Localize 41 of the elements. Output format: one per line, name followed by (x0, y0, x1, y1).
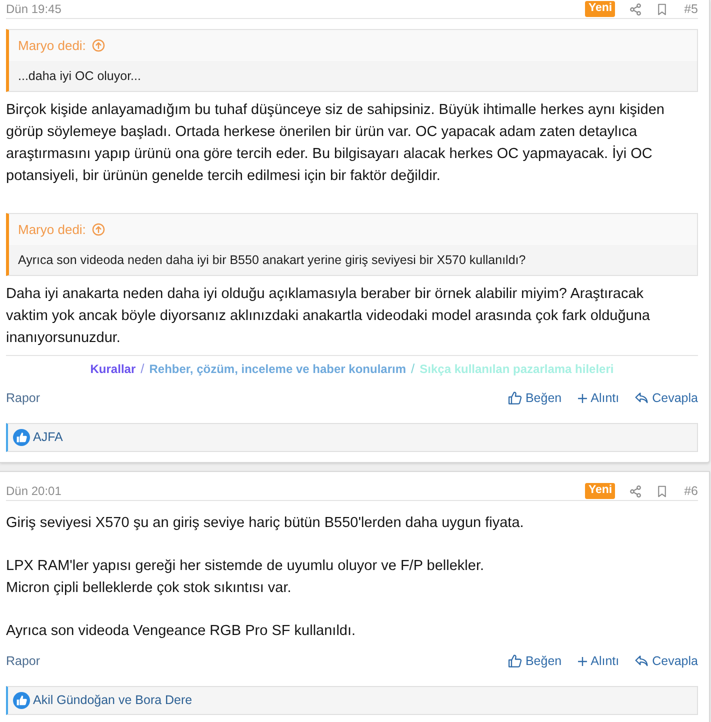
thumbs-up-icon (13, 692, 30, 709)
post-text: LPX RAM'ler yapısı gereği her sistemde de uyumlu oluyor ve F/P bellekler. (6, 557, 485, 576)
post-number-link[interactable]: #6 (684, 482, 698, 500)
reply-button[interactable]: Cevapla (634, 652, 698, 670)
reaction-users-link[interactable]: AJFA (33, 428, 63, 447)
quote-text: ...daha iyi OC oluyor... (9, 61, 697, 91)
plus-icon (576, 656, 588, 666)
like-button[interactable]: Beğen (508, 652, 562, 670)
new-badge: Yeni (585, 483, 616, 499)
reply-arrow-icon (634, 654, 650, 668)
post-text: Birçok kişide anlayamadığım bu tuhaf düşünceye siz de sahipsiniz. Büyük ihtimalle herkes aynı kişiden görüp söylemeye başladı. Ortada herkese önerilen bir ürün var. OC yapacak adam zaten detaylıca araştırmasını yapıp ürünü ona göre tercih eder. Bu bilgisayarı alacak herkes OC yapmayacak. İyi OC potansiyeli, bir ürünün genelde tercih edilmesi için bir faktör değildir. (6, 101, 666, 186)
report-link[interactable]: Rapor (6, 652, 40, 670)
quote-text: Ayrıca son videoda neden daha iyi bir B550 anakart yerine giriş seviyesi bir X570 kullanıldı? (9, 245, 697, 275)
post-text: Giriş seviyesi X570 şu an giriş seviye hariç bütün B550'lerden daha uygun fiyata. (6, 514, 525, 533)
post-text: Ayrıca son videoda Vengeance RGB Pro SF kullanıldı. (6, 622, 357, 641)
post-number-link[interactable]: #5 (684, 0, 698, 18)
arrow-up-circle-icon[interactable] (92, 223, 105, 236)
thumbs-up-icon (13, 429, 30, 446)
share-icon[interactable] (629, 484, 642, 498)
post-date: Dün 20:01 (6, 483, 62, 500)
report-link[interactable]: Rapor (6, 388, 40, 408)
post-date: Dün 19:45 (6, 1, 62, 18)
reply-button[interactable]: Cevapla (634, 388, 698, 408)
reply-arrow-icon (634, 391, 650, 405)
like-button[interactable]: Beğen (508, 388, 562, 408)
bookmark-icon[interactable] (656, 484, 668, 498)
bookmark-icon[interactable] (656, 2, 668, 16)
signature-link[interactable]: Kurallar (90, 362, 136, 376)
quote-button[interactable]: Alıntı (576, 388, 620, 408)
thumbs-up-icon (508, 654, 522, 668)
post-text: Micron çipli belleklerde çok stok sıkıntısı var. (6, 579, 292, 598)
thumbs-up-icon (508, 391, 522, 405)
post-text: Daha iyi anakarta neden daha iyi olduğu açıklamasıyla beraber bir örnek alabilir miyim? Araştıracak vaktim yok ancak böyle diyorsanız aklınızdaki anakartla videodaki model arasında çok fark olduğuna inanıyorsunuzdur. (6, 285, 651, 348)
reaction-users-link[interactable]: Akil Gündoğan ve Bora Dere (33, 691, 192, 710)
new-badge: Yeni (585, 1, 616, 17)
quote-button[interactable]: Alıntı (576, 652, 620, 670)
slash-separator: / (410, 362, 416, 376)
plus-icon (576, 392, 588, 404)
share-icon[interactable] (629, 2, 642, 16)
slash-separator: / (140, 362, 146, 376)
arrow-up-circle-icon[interactable] (92, 39, 105, 52)
